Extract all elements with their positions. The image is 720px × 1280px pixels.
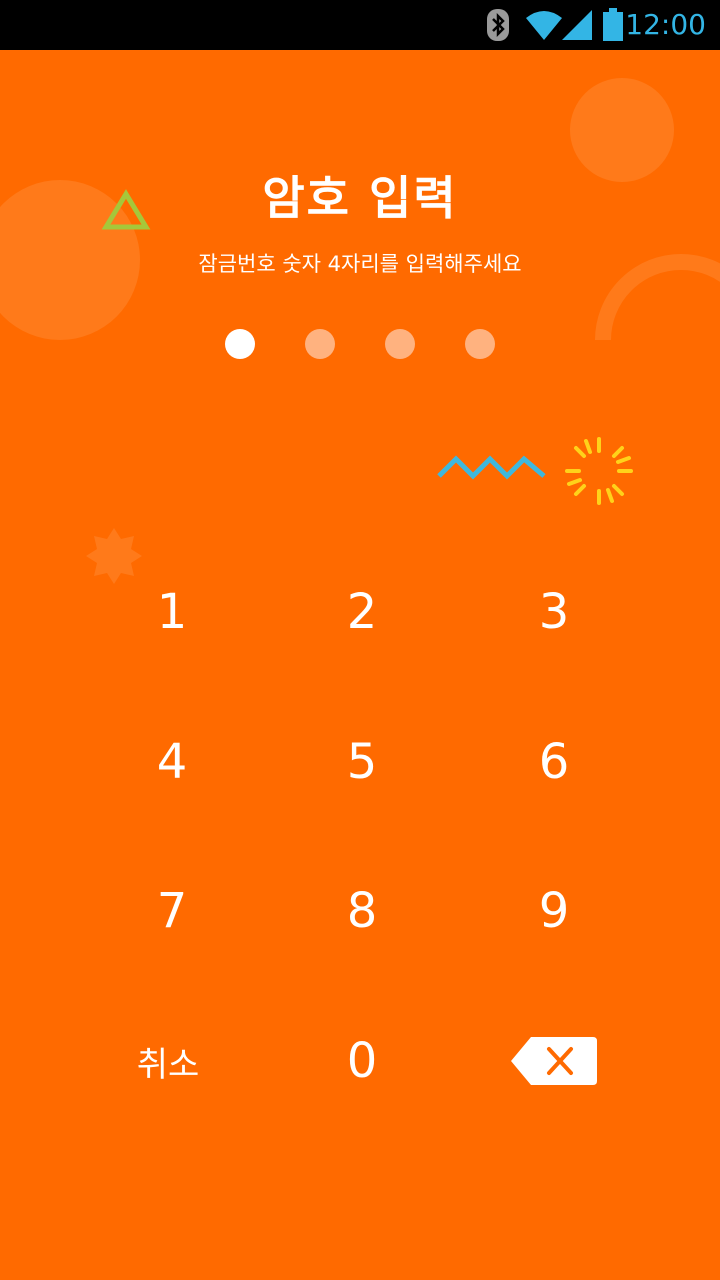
key-4[interactable]: 4 [92, 702, 252, 822]
key-3[interactable]: 3 [474, 552, 634, 672]
pin-dot [385, 329, 415, 359]
cancel-button[interactable]: 취소 [88, 1001, 248, 1121]
zigzag-icon [437, 455, 546, 480]
key-1[interactable]: 1 [92, 552, 252, 672]
pin-dot [305, 329, 335, 359]
key-6[interactable]: 6 [474, 702, 634, 822]
pin-indicator [0, 329, 720, 359]
key-5[interactable]: 5 [282, 702, 442, 822]
pin-dot [465, 329, 495, 359]
backspace-button[interactable] [474, 1001, 634, 1121]
key-8[interactable]: 8 [282, 851, 442, 971]
sun-icon [565, 437, 633, 505]
page-title: 암호 입력 [262, 171, 458, 225]
page-subtitle: 잠금번호 숫자 4자리를 입력해주세요 [198, 252, 522, 276]
key-7[interactable]: 7 [92, 851, 252, 971]
pin-dot [225, 329, 255, 359]
key-0[interactable]: 0 [282, 1001, 442, 1121]
key-2[interactable]: 2 [282, 552, 442, 672]
backspace-icon [511, 1037, 597, 1085]
key-9[interactable]: 9 [474, 851, 634, 971]
